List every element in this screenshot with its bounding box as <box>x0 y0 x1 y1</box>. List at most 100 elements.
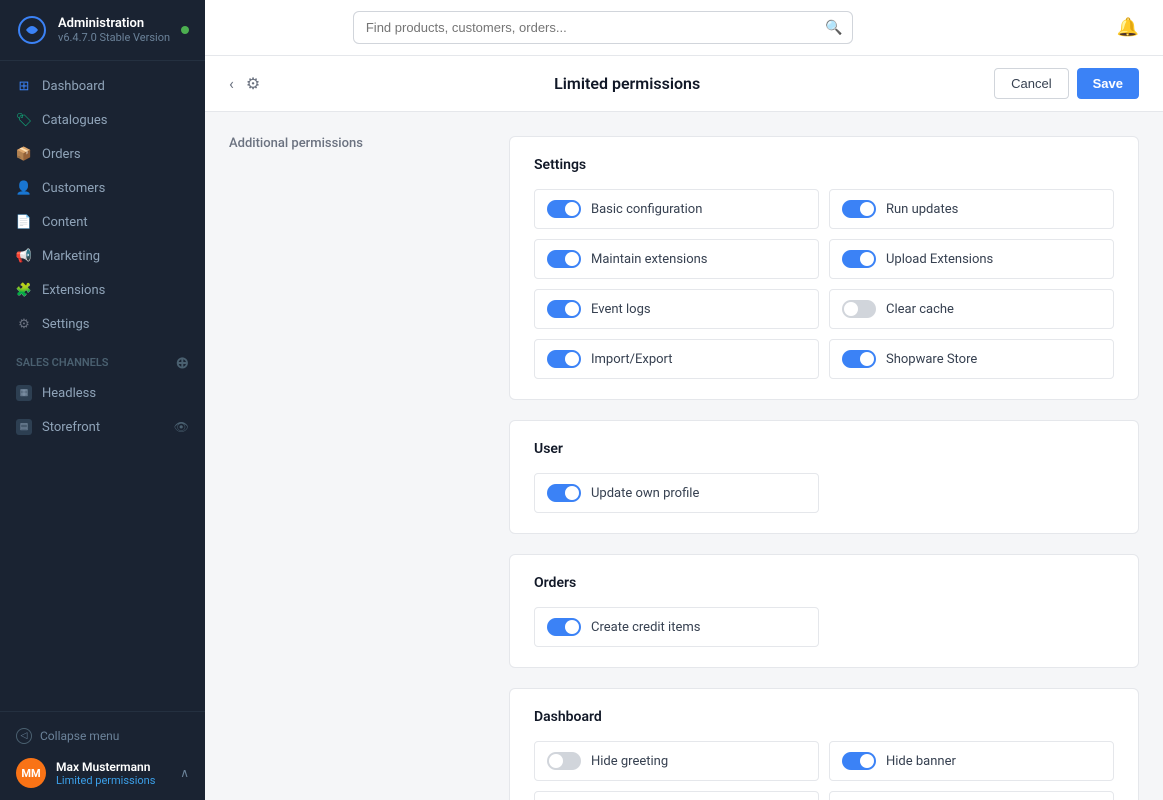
marketing-icon: 📢 <box>16 248 32 264</box>
sidebar-item-content[interactable]: 📄 Content <box>0 205 205 239</box>
right-panel: Settings Basic configuration Run updates… <box>485 112 1163 800</box>
user-role: Limited permissions <box>56 774 170 787</box>
page-settings-icon[interactable]: ⚙ <box>246 74 260 93</box>
toggle-clear-cache[interactable] <box>842 300 876 318</box>
settings-permissions-card: Settings Basic configuration Run updates… <box>509 136 1139 400</box>
catalogues-icon: 🏷 <box>16 112 32 128</box>
perm-label-shopware-store: Shopware Store <box>886 352 977 367</box>
toggle-run-updates[interactable] <box>842 200 876 218</box>
search-icon: 🔍 <box>825 20 842 36</box>
perm-label-maintain-ext: Maintain extensions <box>591 252 708 267</box>
dashboard-icon: ⊞ <box>16 78 32 94</box>
app-title-block: Administration v6.4.7.0 Stable Version <box>58 16 171 44</box>
perm-label-import-export: Import/Export <box>591 352 673 367</box>
perm-item-upload-ext: Upload Extensions <box>829 239 1114 279</box>
sidebar-item-orders[interactable]: 📦 Orders <box>0 137 205 171</box>
user-section-title: User <box>534 441 1114 457</box>
perm-item-hide-checklist: Hide checklist area <box>534 791 819 800</box>
sidebar-item-label: Settings <box>42 317 89 332</box>
app-version: v6.4.7.0 Stable Version <box>58 31 171 44</box>
user-permissions-grid: Update own profile <box>534 473 1114 513</box>
user-initials: MM <box>21 767 40 780</box>
sidebar-footer: ◁ Collapse menu MM Max Mustermann Limite… <box>0 711 205 800</box>
header-actions: Cancel Save <box>994 68 1139 99</box>
user-details: Max Mustermann Limited permissions <box>56 760 170 787</box>
app-logo <box>16 14 48 46</box>
sidebar-item-catalogues[interactable]: 🏷 Catalogues <box>0 103 205 137</box>
toggle-update-profile[interactable] <box>547 484 581 502</box>
sidebar-item-label: Marketing <box>42 249 100 264</box>
sidebar-item-label: Catalogues <box>42 113 108 128</box>
sidebar-item-marketing[interactable]: 📢 Marketing <box>0 239 205 273</box>
perm-item-run-updates: Run updates <box>829 189 1114 229</box>
toggle-maintain-ext[interactable] <box>547 250 581 268</box>
toggle-create-credit[interactable] <box>547 618 581 636</box>
perm-item-hide-feedback: Hide feedback area <box>829 791 1114 800</box>
sidebar-item-dashboard[interactable]: ⊞ Dashboard <box>0 69 205 103</box>
page-title: Limited permissions <box>272 74 982 93</box>
toggle-hide-greeting[interactable] <box>547 752 581 770</box>
perm-item-create-credit: Create credit items <box>534 607 819 647</box>
topbar: 🔍 🔔 <box>205 0 1163 56</box>
add-sales-channel-icon[interactable]: ⊕ <box>176 353 189 372</box>
perm-label-upload-ext: Upload Extensions <box>886 252 993 267</box>
sidebar-item-extensions[interactable]: 🧩 Extensions <box>0 273 205 307</box>
headless-channel-icon: ▦ <box>16 385 32 401</box>
toggle-shopware-store[interactable] <box>842 350 876 368</box>
perm-label-event-logs: Event logs <box>591 302 651 317</box>
app-name: Administration <box>58 16 171 31</box>
storefront-visibility-icon[interactable]: 👁 <box>174 420 189 434</box>
perm-item-import-export: Import/Export <box>534 339 819 379</box>
perm-item-update-profile: Update own profile <box>534 473 819 513</box>
perm-label-create-credit: Create credit items <box>591 620 700 635</box>
sidebar-item-customers[interactable]: 👤 Customers <box>0 171 205 205</box>
toggle-hide-banner[interactable] <box>842 752 876 770</box>
sidebar-item-label: Content <box>42 215 88 230</box>
additional-permissions-label: Additional permissions <box>229 136 363 151</box>
search-input[interactable] <box>353 11 853 44</box>
sidebar-item-label: Dashboard <box>42 79 105 94</box>
page-header: ‹ ⚙ Limited permissions Cancel Save <box>205 56 1163 112</box>
back-button[interactable]: ‹ <box>229 74 234 93</box>
customers-icon: 👤 <box>16 180 32 196</box>
user-info-block[interactable]: MM Max Mustermann Limited permissions ∧ <box>16 758 189 788</box>
save-button[interactable]: Save <box>1077 68 1139 99</box>
orders-section-title: Orders <box>534 575 1114 591</box>
notification-bell-icon[interactable]: 🔔 <box>1117 17 1139 38</box>
perm-item-clear-cache: Clear cache <box>829 289 1114 329</box>
collapse-menu-button[interactable]: ◁ Collapse menu <box>16 724 189 748</box>
sidebar: Administration v6.4.7.0 Stable Version ⊞… <box>0 0 205 800</box>
left-panel: Additional permissions <box>205 112 485 800</box>
orders-icon: 📦 <box>16 146 32 162</box>
extensions-icon: 🧩 <box>16 282 32 298</box>
perm-label-update-profile: Update own profile <box>591 486 699 501</box>
sidebar-item-label: Headless <box>42 386 96 401</box>
status-indicator <box>181 26 189 34</box>
storefront-channel-icon: ▤ <box>16 419 32 435</box>
cancel-button[interactable]: Cancel <box>994 68 1068 99</box>
toggle-upload-ext[interactable] <box>842 250 876 268</box>
settings-permissions-grid: Basic configuration Run updates Maintain… <box>534 189 1114 379</box>
sidebar-item-settings[interactable]: ⚙ Settings <box>0 307 205 341</box>
orders-permissions-card: Orders Create credit items <box>509 554 1139 668</box>
perm-label-hide-greeting: Hide greeting <box>591 754 668 769</box>
toggle-import-export[interactable] <box>547 350 581 368</box>
toggle-event-logs[interactable] <box>547 300 581 318</box>
perm-label-basic-config: Basic configuration <box>591 202 702 217</box>
orders-permissions-grid: Create credit items <box>534 607 1114 647</box>
perm-item-hide-greeting: Hide greeting <box>534 741 819 781</box>
sidebar-item-label: Storefront <box>42 420 100 435</box>
main-nav: ⊞ Dashboard 🏷 Catalogues 📦 Orders 👤 Cust… <box>0 61 205 711</box>
sidebar-header: Administration v6.4.7.0 Stable Version <box>0 0 205 61</box>
sales-channels-label: Sales Channels <box>16 356 109 369</box>
sidebar-item-storefront[interactable]: ▤ Storefront 👁 <box>0 410 205 444</box>
user-menu-chevron: ∧ <box>180 766 189 780</box>
dashboard-permissions-grid: Hide greeting Hide banner Hide checklist… <box>534 741 1114 800</box>
sidebar-item-headless[interactable]: ▦ Headless <box>0 376 205 410</box>
perm-label-run-updates: Run updates <box>886 202 958 217</box>
perm-item-basic-config: Basic configuration <box>534 189 819 229</box>
sidebar-item-label: Orders <box>42 147 81 162</box>
toggle-basic-config[interactable] <box>547 200 581 218</box>
perm-item-hide-banner: Hide banner <box>829 741 1114 781</box>
perm-item-maintain-ext: Maintain extensions <box>534 239 819 279</box>
